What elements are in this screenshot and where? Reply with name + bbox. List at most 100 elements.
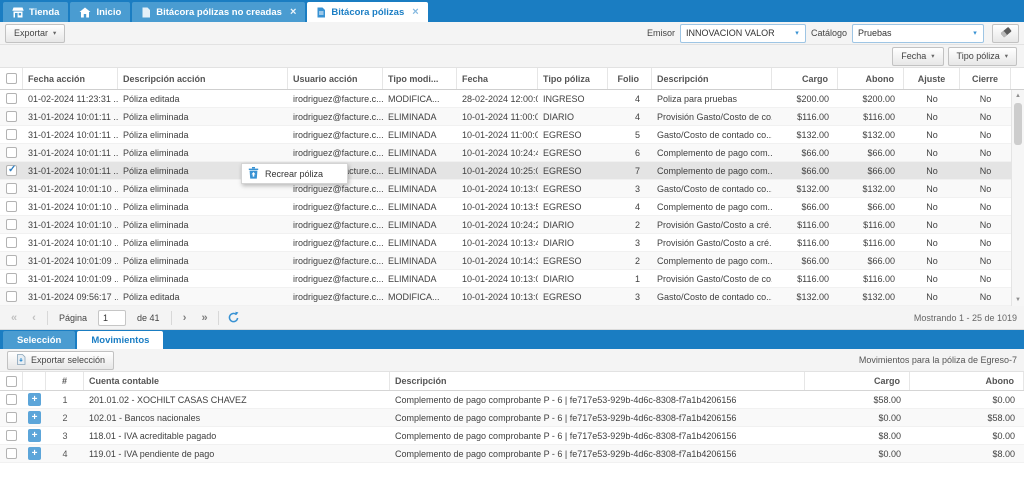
row-checkbox[interactable]: [6, 147, 17, 158]
column-header-ajuste[interactable]: Ajuste: [904, 68, 960, 89]
table-row[interactable]: 31-01-2024 09:56:17 ...Póliza editadairo…: [0, 288, 1011, 306]
tab-seleccion[interactable]: Selección: [3, 331, 75, 349]
row-checkbox[interactable]: [6, 129, 17, 140]
expand-plus-icon[interactable]: +: [28, 393, 41, 406]
scrollbar-thumb[interactable]: [1014, 103, 1022, 145]
column-header-abono[interactable]: Abono: [910, 372, 1024, 390]
table-row[interactable]: 31-01-2024 10:01:10 ...Póliza eliminadai…: [0, 234, 1011, 252]
row-checkbox[interactable]: [6, 183, 17, 194]
column-header-descripcion-accion[interactable]: Descripción acción: [118, 68, 288, 89]
tipo-poliza-filter-button[interactable]: Tipo póliza ▾: [948, 47, 1017, 66]
table-row[interactable]: 31-01-2024 10:01:10 ...Póliza eliminadai…: [0, 180, 1011, 198]
table-row[interactable]: 31-01-2024 10:01:11 ...Póliza eliminadai…: [0, 108, 1011, 126]
emisor-combo[interactable]: INNOVACION VALOR ▾: [680, 24, 806, 43]
chevron-down-icon[interactable]: ▾: [789, 29, 805, 37]
cell-tipo-poliza: DIARIO: [538, 270, 608, 287]
row-checkbox[interactable]: [6, 412, 17, 423]
cell-abono: $116.00: [838, 234, 904, 251]
table-row[interactable]: 31-01-2024 10:01:09 ...Póliza eliminadai…: [0, 252, 1011, 270]
catalogo-combo[interactable]: Pruebas ▾: [852, 24, 984, 43]
table-row[interactable]: 31-01-2024 10:01:11 ...Póliza eliminadai…: [0, 144, 1011, 162]
cell-abono: $116.00: [838, 108, 904, 125]
exportar-button[interactable]: Exportar ▾: [5, 24, 65, 43]
movimientos-grid-body: +1201.01.02 - XOCHILT CASAS CHAVEZComple…: [0, 391, 1024, 463]
table-row[interactable]: 31-01-2024 10:01:11 ...Póliza eliminadai…: [0, 162, 1011, 180]
scroll-up-icon[interactable]: ▲: [1012, 90, 1024, 102]
table-row[interactable]: 31-01-2024 10:01:09 ...Póliza eliminadai…: [0, 270, 1011, 288]
column-header-abono[interactable]: Abono: [838, 68, 904, 89]
row-checkbox[interactable]: [6, 165, 17, 176]
refresh-button[interactable]: [225, 311, 243, 324]
first-page-button[interactable]: «: [7, 312, 21, 324]
select-all-checkbox[interactable]: [6, 376, 17, 387]
cell-tipo-modificacion: ELIMINADA: [383, 144, 457, 161]
column-header-cierre[interactable]: Cierre: [960, 68, 1011, 89]
select-all-checkbox[interactable]: [6, 73, 17, 84]
tab-bitacora-polizas[interactable]: Bitácora pólizas ×: [307, 2, 427, 22]
main-tab-bar: Tienda Inicio Bitácora pólizas no creada…: [0, 0, 1024, 22]
table-row[interactable]: 31-01-2024 10:01:10 ...Póliza eliminadai…: [0, 198, 1011, 216]
tab-movimientos[interactable]: Movimientos: [77, 331, 163, 349]
column-header-cuenta-contable[interactable]: Cuenta contable: [84, 372, 390, 390]
table-row[interactable]: +3118.01 - IVA acreditable pagadoComplem…: [0, 427, 1024, 445]
bitacora-grid-body: 01-02-2024 11:23:31 ...Póliza editadairo…: [0, 90, 1024, 306]
next-page-button[interactable]: ›: [178, 312, 192, 324]
tab-label: Bitácora pólizas no creadas: [156, 7, 282, 18]
clear-filters-button[interactable]: [992, 24, 1019, 43]
tab-bitacora-polizas-no-creadas[interactable]: Bitácora pólizas no creadas ×: [132, 2, 305, 22]
cell-fecha-accion: 31-01-2024 10:01:11 ...: [23, 144, 118, 161]
row-checkbox[interactable]: [6, 448, 17, 459]
row-checkbox[interactable]: [6, 430, 17, 441]
row-checkbox[interactable]: [6, 93, 17, 104]
page-number-input[interactable]: [98, 310, 126, 326]
table-row[interactable]: +2102.01 - Bancos nacionalesComplemento …: [0, 409, 1024, 427]
exportar-seleccion-button[interactable]: Exportar selección: [7, 351, 114, 370]
row-checkbox[interactable]: [6, 291, 17, 302]
expand-plus-icon[interactable]: +: [28, 447, 41, 460]
cell-fecha: 28-02-2024 12:00:00 ...: [457, 90, 538, 107]
column-header-descripcion[interactable]: Descripción: [390, 372, 805, 390]
fecha-filter-button[interactable]: Fecha ▾: [892, 47, 943, 66]
cell-descripcion: Complemento de pago com...: [652, 162, 772, 179]
document-icon: [316, 7, 326, 18]
last-page-button[interactable]: »: [198, 312, 212, 324]
column-header-folio[interactable]: Folio: [608, 68, 652, 89]
table-row[interactable]: 01-02-2024 11:23:31 ...Póliza editadairo…: [0, 90, 1011, 108]
row-checkbox[interactable]: [6, 201, 17, 212]
cell-cierre: No: [960, 162, 1011, 179]
row-checkbox[interactable]: [6, 237, 17, 248]
row-checkbox[interactable]: [6, 394, 17, 405]
expand-plus-icon[interactable]: +: [28, 429, 41, 442]
close-icon[interactable]: ×: [412, 8, 418, 17]
table-row[interactable]: +4119.01 - IVA pendiente de pagoCompleme…: [0, 445, 1024, 463]
column-header-numero[interactable]: #: [46, 372, 84, 390]
cell-ajuste: No: [904, 198, 960, 215]
column-header-cargo[interactable]: Cargo: [772, 68, 838, 89]
chevron-down-icon[interactable]: ▾: [967, 29, 983, 37]
table-row[interactable]: 31-01-2024 10:01:10 ...Póliza eliminadai…: [0, 216, 1011, 234]
prev-page-button[interactable]: ‹: [27, 312, 41, 324]
expand-plus-icon[interactable]: +: [28, 411, 41, 424]
store-icon: [12, 7, 24, 18]
menu-item-recrear-poliza[interactable]: Recrear póliza: [242, 164, 347, 183]
tab-tienda[interactable]: Tienda: [3, 2, 68, 22]
column-header-tipo-modificacion[interactable]: Tipo modi...: [383, 68, 457, 89]
column-header-fecha[interactable]: Fecha: [457, 68, 538, 89]
row-checkbox[interactable]: [6, 219, 17, 230]
tab-inicio[interactable]: Inicio: [70, 2, 130, 22]
column-header-tipo-poliza[interactable]: Tipo póliza: [538, 68, 608, 89]
vertical-scrollbar[interactable]: ▲ ▼: [1011, 90, 1024, 306]
column-header-descripcion[interactable]: Descripción: [652, 68, 772, 89]
row-checkbox-cell: [0, 216, 23, 233]
table-row[interactable]: +1201.01.02 - XOCHILT CASAS CHAVEZComple…: [0, 391, 1024, 409]
scroll-down-icon[interactable]: ▼: [1012, 294, 1024, 306]
fecha-filter-label: Fecha: [901, 51, 926, 61]
table-row[interactable]: 31-01-2024 10:01:11 ...Póliza eliminadai…: [0, 126, 1011, 144]
close-icon[interactable]: ×: [290, 8, 296, 17]
column-header-usuario-accion[interactable]: Usuario acción: [288, 68, 383, 89]
column-header-cargo[interactable]: Cargo: [805, 372, 910, 390]
row-checkbox[interactable]: [6, 111, 17, 122]
column-header-fecha-accion[interactable]: Fecha acción: [23, 68, 118, 89]
row-checkbox[interactable]: [6, 273, 17, 284]
row-checkbox[interactable]: [6, 255, 17, 266]
